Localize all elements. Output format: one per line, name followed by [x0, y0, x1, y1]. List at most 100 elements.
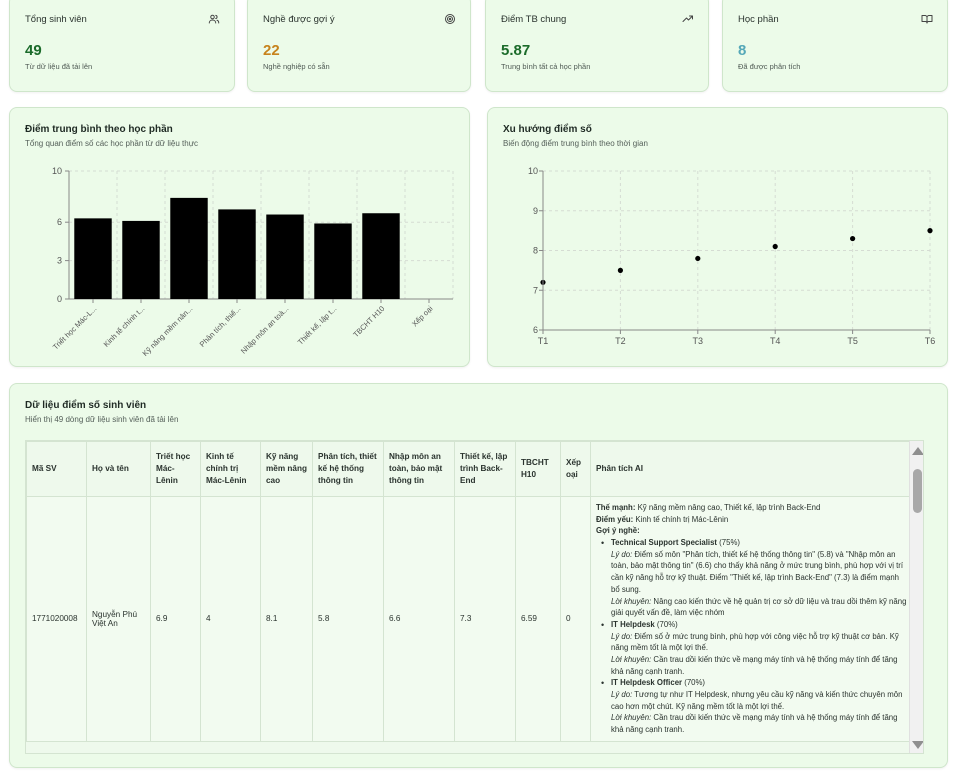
- ai-job-advice: Lời khuyên: Nâng cao kiến thức về hệ quả…: [611, 596, 907, 618]
- stat-title: Học phần: [738, 14, 779, 25]
- bar-y-tick-label: 0: [57, 294, 62, 304]
- vertical-scrollbar[interactable]: [909, 441, 923, 753]
- stat-subtitle: Nghề nghiệp có sẵn: [263, 62, 330, 71]
- cell-score: 6.9: [150, 496, 201, 742]
- bar-x-tick-label: Phân tích, thiế...: [198, 304, 243, 349]
- stat-title: Nghề được gợi ý: [263, 14, 335, 25]
- bar-y-tick-label: 10: [52, 166, 62, 176]
- scrollbar-thumb[interactable]: [913, 469, 922, 513]
- stat-card-careers: Nghề được gợi ý 22 Nghề nghiệp có sẵn: [247, 0, 471, 92]
- bar: [314, 223, 352, 299]
- stat-value: 8: [738, 42, 747, 59]
- bar-chart-card: Điểm trung bình theo học phần Tổng quan …: [9, 107, 470, 367]
- stat-value: 22: [263, 42, 280, 59]
- cell-ai-analysis: Thế mạnh: Kỹ năng mềm nâng cao, Thiết kế…: [590, 496, 915, 742]
- scatter-x-tick-label: T3: [693, 336, 704, 346]
- stat-card-courses: Học phần 8 Đã được phân tích: [722, 0, 948, 92]
- ai-job-item: IT Helpdesk (70%) Lý do: Điểm số ở mức t…: [601, 619, 909, 677]
- table-title: Dữ liệu điểm số sinh viên: [25, 400, 147, 411]
- scatter-y-tick-label: 6: [533, 325, 538, 335]
- scatter-chart: 6 7 8 9 10 T1 T2 T3 T4 T5 T6: [528, 166, 936, 346]
- book-open-icon: [921, 15, 933, 24]
- stat-value: 49: [25, 42, 42, 59]
- cell-gpa: 6.59: [515, 496, 561, 742]
- bar-chart: 0 3 6 10 Triết học Mác-L... Kinh tế chính t..…: [51, 166, 454, 358]
- stat-card-average: Điểm TB chung 5.87 Trung bình tất cả học…: [485, 0, 709, 92]
- column-header[interactable]: Phân tích AI: [590, 441, 915, 497]
- ai-strength: Thế mạnh: Kỹ năng mềm nâng cao, Thiết kế…: [596, 503, 821, 512]
- cell-score: 4: [200, 496, 261, 742]
- table-row[interactable]: 1771020008 Nguyễn Phú Việt An 6.9 4 8.1 …: [26, 496, 915, 742]
- scatter-point: [617, 267, 623, 273]
- stat-card-students: Tổng sinh viên 49 Từ dữ liệu đã tải lên: [9, 0, 235, 92]
- bar-x-tick-label: Triết học Mác-L...: [51, 304, 98, 351]
- scroll-up-arrow-icon[interactable]: [912, 447, 923, 455]
- users-icon: [208, 14, 220, 24]
- ai-job-list: Technical Support Specialist (75%) Lý do…: [601, 537, 909, 736]
- ai-job-reason: Lý do: Điểm số ở mức trung bình, phù hợp…: [611, 631, 899, 653]
- stat-subtitle: Đã được phân tích: [738, 62, 801, 71]
- bar-x-tick-label: Nhập môn an toà...: [239, 304, 290, 355]
- scatter-x-tick-label: T1: [538, 336, 549, 346]
- table-scroll-area[interactable]: Mã SV Họ và tên Triết học Mác-Lênin Kinh…: [25, 440, 924, 754]
- stat-value: 5.87: [501, 42, 531, 59]
- column-header[interactable]: Thiết kế, lập trình Back-End: [454, 441, 516, 497]
- scroll-down-arrow-icon[interactable]: [912, 741, 923, 749]
- bar: [266, 214, 304, 299]
- bar-y-tick-label: 3: [57, 256, 62, 266]
- data-table-card: Dữ liệu điểm số sinh viên Hiển thị 49 dò…: [9, 383, 948, 768]
- scatter-point: [772, 243, 778, 250]
- cell-score: 6.6: [383, 496, 455, 742]
- ai-job-advice: Lời khuyên: Cần trau dồi kiến thức về mạ…: [611, 654, 898, 676]
- column-header[interactable]: Họ và tên: [86, 441, 151, 497]
- column-header[interactable]: Triết học Mác-Lênin: [150, 441, 201, 497]
- scatter-x-tick-label: T2: [615, 336, 626, 346]
- bar-x-tick-label: Thiết kế, lập t...: [296, 304, 339, 347]
- column-header[interactable]: Mã SV: [26, 441, 87, 497]
- column-header[interactable]: Phân tích, thiết kế hệ thống thông tin: [312, 441, 384, 497]
- ai-job-reason: Lý do: Điểm số môn "Phân tích, thiết kế …: [611, 549, 904, 594]
- stat-title: Tổng sinh viên: [25, 14, 87, 25]
- ai-job-item: Technical Support Specialist (75%) Lý do…: [601, 537, 909, 619]
- column-header[interactable]: Kỹ năng mềm nâng cao: [260, 441, 313, 497]
- bar: [170, 197, 208, 299]
- cell-student-id: 1771020008: [26, 496, 87, 742]
- stat-title: Điểm TB chung: [501, 14, 567, 25]
- bar: [122, 220, 160, 299]
- ai-job-item: IT Helpdesk Officer (70%) Lý do: Tương t…: [601, 677, 909, 735]
- scatter-y-tick-label: 9: [533, 206, 538, 216]
- cell-score: 5.8: [312, 496, 384, 742]
- scatter-x-tick-label: T6: [925, 336, 936, 346]
- cell-student-name: Nguyễn Phú Việt An: [86, 496, 151, 742]
- ai-job-reason: Lý do: Tương tự như IT Helpdesk, nhưng y…: [611, 690, 903, 711]
- scatter-y-tick-label: 8: [533, 246, 538, 256]
- target-icon: [445, 14, 455, 24]
- cell-score: 8.1: [260, 496, 313, 742]
- cell-score: 7.3: [454, 496, 516, 742]
- cell-rank: 0: [560, 496, 591, 742]
- trending-up-icon: [682, 15, 693, 22]
- student-table: Mã SV Họ và tên Triết học Mác-Lênin Kinh…: [26, 441, 915, 742]
- column-header[interactable]: Nhập môn an toàn, bảo mật thông tin: [383, 441, 455, 497]
- ai-weakness: Điểm yếu: Kinh tế chính trị Mác-Lênin: [596, 514, 729, 524]
- column-header[interactable]: Xếp oại: [560, 441, 591, 497]
- scatter-y-tick-label: 7: [533, 285, 538, 295]
- table-header-row: Mã SV Họ và tên Triết học Mác-Lênin Kinh…: [26, 441, 915, 497]
- bar-x-tick-label: Xếp oại: [410, 304, 435, 329]
- scatter-x-tick-label: T4: [770, 336, 781, 346]
- bar: [362, 213, 400, 299]
- scatter-y-tick-label: 10: [528, 166, 538, 176]
- bar-x-tick-label: Kỹ năng mềm nân...: [141, 304, 195, 358]
- scatter-point: [927, 228, 933, 234]
- table-subtitle: Hiển thị 49 dòng dữ liệu sinh viên đã tả…: [25, 415, 179, 424]
- ai-job-advice: Lời khuyên: Cần trau dồi kiến thức về mạ…: [611, 713, 898, 735]
- scatter-point: [850, 235, 856, 242]
- bar: [218, 209, 256, 299]
- bar: [74, 218, 112, 299]
- bar-y-tick-label: 6: [57, 217, 62, 227]
- column-header[interactable]: TBCHT H10: [515, 441, 561, 497]
- column-header[interactable]: Kinh tế chính trị Mác-Lênin: [200, 441, 261, 497]
- stat-subtitle: Trung bình tất cả học phần: [501, 62, 591, 71]
- scatter-point: [695, 255, 701, 262]
- scatter-chart-card: Xu hướng điểm số Biến động điểm trung bì…: [487, 107, 948, 367]
